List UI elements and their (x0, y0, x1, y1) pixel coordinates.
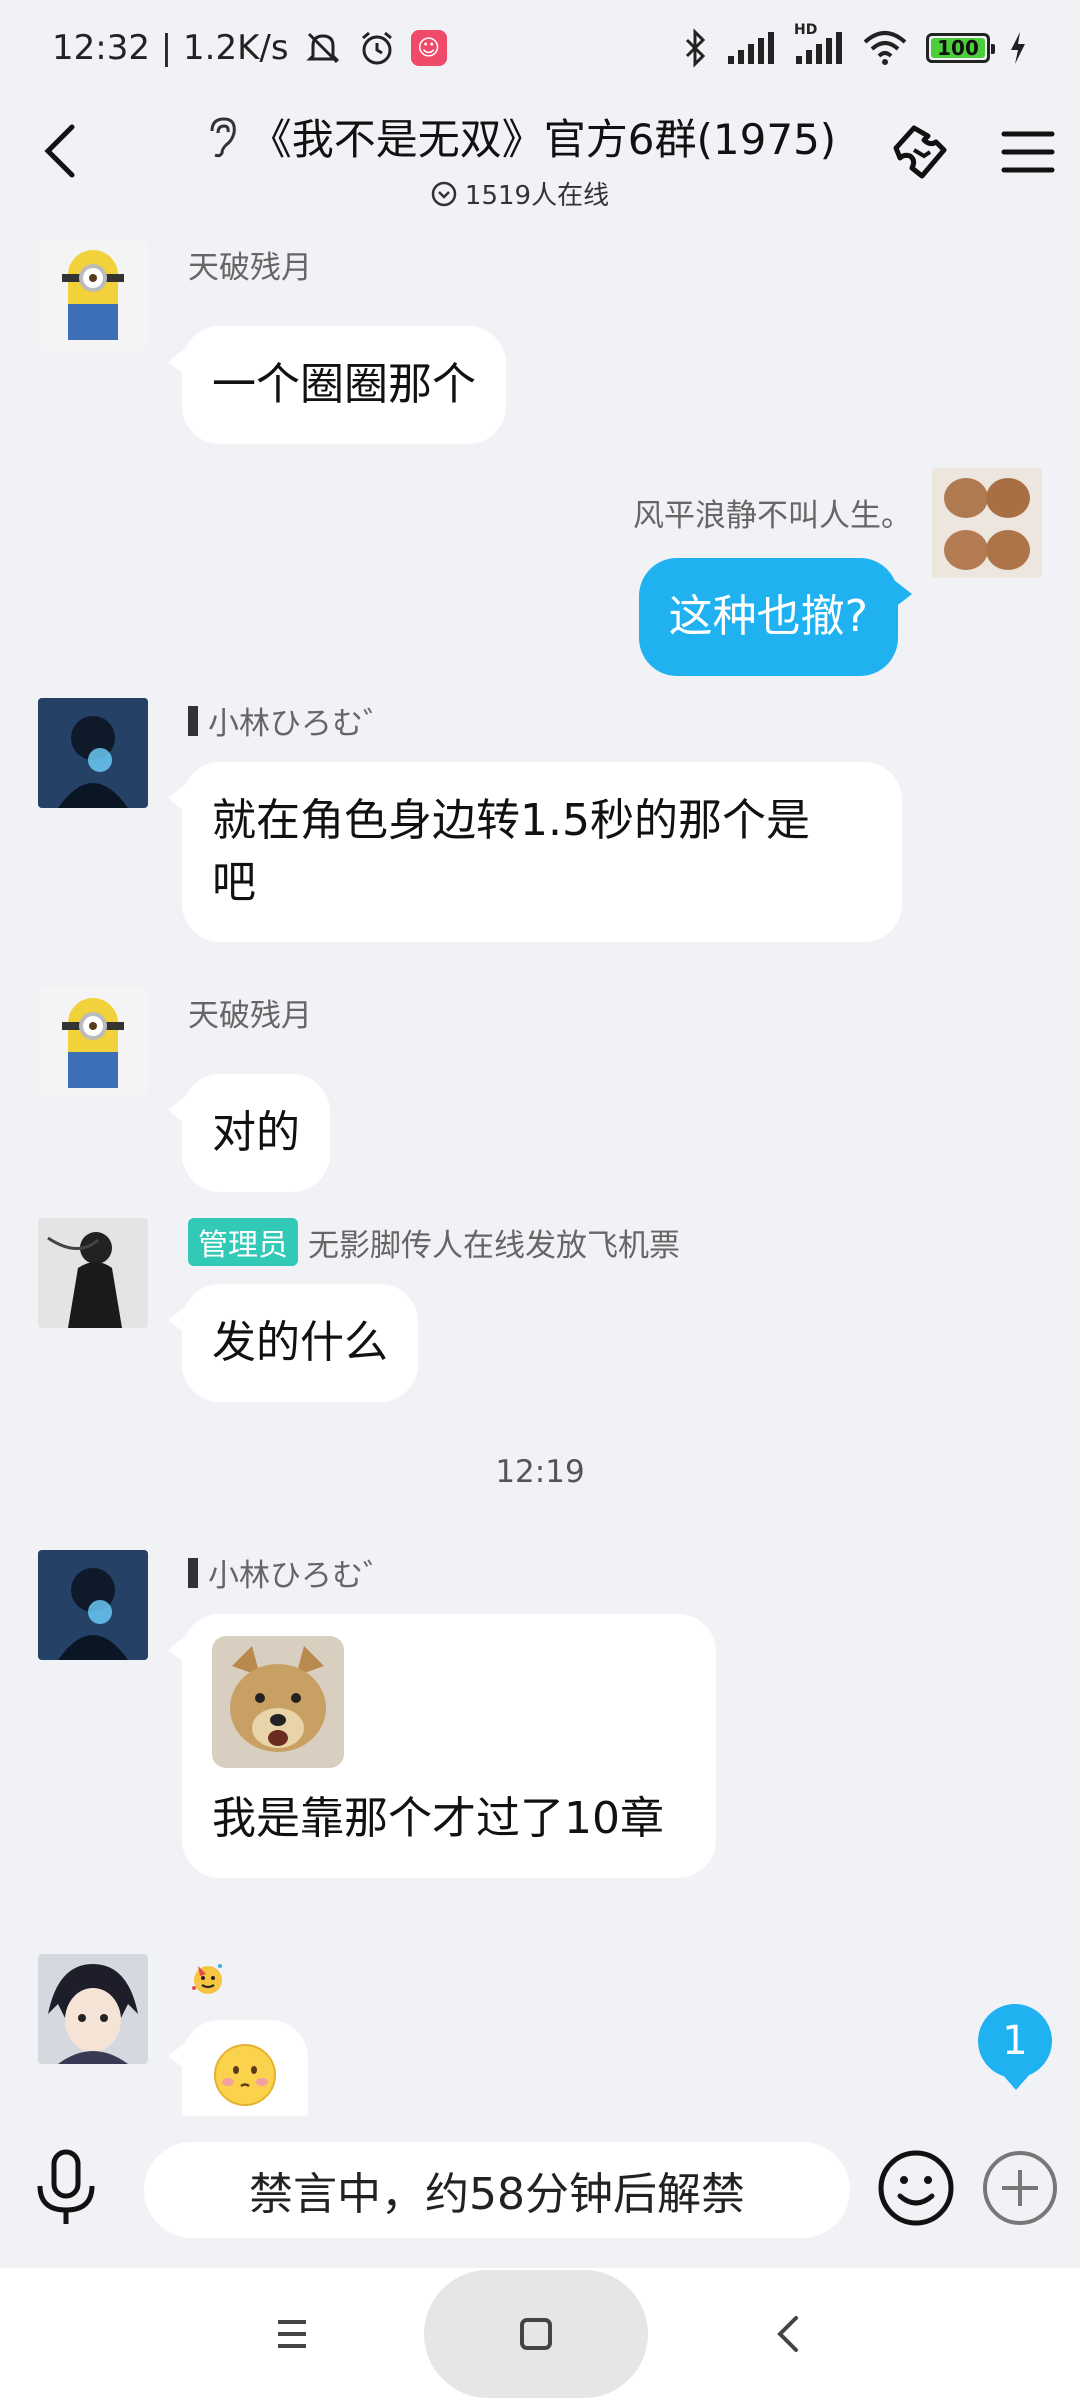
admin-badge: 管理员 (188, 1218, 298, 1266)
muted-input-field: 禁言中，约58分钟后解禁 (144, 2142, 850, 2238)
sender-name: 小林ひろむ゛ (208, 706, 394, 742)
message-bubble[interactable]: 我是靠那个才过了10章 (168, 1614, 716, 1878)
smiley-icon (878, 2150, 954, 2226)
unread-badge[interactable]: 1 (978, 2004, 1052, 2090)
status-bar: 12:32 | 1.2K/s ☺ HD 100 (0, 0, 1080, 96)
message-bubble[interactable]: 对的 (168, 1074, 330, 1192)
message-item: 天破残月 对的 (0, 988, 1080, 1208)
message-bubble[interactable] (168, 2020, 308, 2116)
alarm-icon (357, 28, 397, 68)
hd-label: HD (794, 22, 818, 38)
avatar[interactable] (38, 988, 148, 1098)
sender-name: 风平浪静不叫人生。 (633, 498, 912, 534)
signal-hd-icon: HD (794, 22, 844, 68)
message-text: 这种也撤? (668, 591, 868, 642)
level-bar-icon (188, 1557, 198, 1588)
group-title: 《我不是无双》官方6群(1975) (249, 115, 837, 164)
message-text-line: 吧 (212, 857, 256, 908)
level-bar-icon (188, 705, 198, 736)
message-text: 一个圈圈那个 (212, 359, 476, 410)
message-bubble[interactable]: 一个圈圈那个 (168, 326, 506, 444)
emoji-button[interactable] (876, 2148, 956, 2228)
nav-recents-button[interactable] (262, 2308, 322, 2360)
battery-icon: 100 (926, 33, 995, 63)
more-button[interactable] (980, 2148, 1060, 2228)
online-chevron-icon (431, 181, 457, 206)
group-title-area[interactable]: 《我不是无双》官方6群(1975) 1519人在线 (180, 106, 860, 212)
muted-text: 禁言中，约58分钟后解禁 (249, 2169, 745, 2220)
avatar[interactable] (38, 1550, 148, 1660)
message-item: 管理员 无影脚传人在线发放飞机票 发的什么 (0, 1218, 1080, 1438)
bw-avatar-icon (38, 1218, 148, 1328)
input-bar: 禁言中，约58分钟后解禁 (0, 2116, 1080, 2268)
message-item: 天破残月 一个圈圈那个 (0, 240, 1080, 460)
sender-line: 管理员 无影脚传人在线发放飞机票 (188, 1218, 680, 1266)
plus-circle-icon (983, 2151, 1057, 2225)
ticket-icon (893, 125, 947, 179)
sender-line: 小林ひろむ゛ (188, 1550, 394, 1595)
minion-avatar-icon (38, 988, 148, 1098)
menu-lines-icon (278, 2320, 306, 2348)
sender-line (188, 1958, 228, 1998)
hamburger-icon (1001, 131, 1055, 173)
message-item: 小林ひろむ゛ 我是靠那个才过了10章 (0, 1550, 1080, 1930)
avatar[interactable] (38, 240, 148, 350)
online-count: 1519人在线 (464, 181, 610, 211)
nav-back-button[interactable] (762, 2306, 812, 2362)
sender-name: 无影脚传人在线发放飞机票 (308, 1227, 680, 1264)
mute-bell-icon (303, 28, 343, 68)
status-time-speed: 12:32 | 1.2K/s (52, 28, 289, 68)
message-bubble[interactable]: 发的什么 (168, 1284, 418, 1402)
sender-name: 小林ひろむ゛ (208, 1558, 394, 1594)
ticket-button[interactable] (884, 118, 954, 188)
anime-avatar-icon (38, 1954, 148, 2064)
message-bubble[interactable]: 就在角色身边转1.5秒的那个是 吧 (168, 762, 902, 942)
charging-icon (1008, 30, 1028, 66)
ear-icon (210, 116, 236, 157)
app-notification-icon: ☺ (410, 30, 447, 66)
party-emoji-icon (192, 1964, 222, 1994)
voice-button[interactable] (30, 2146, 102, 2230)
dark-avatar-icon (38, 1550, 148, 1660)
square-icon (520, 2318, 552, 2350)
message-text: 发的什么 (212, 1317, 388, 1368)
avatar[interactable] (932, 468, 1042, 578)
avatar[interactable] (38, 698, 148, 808)
blush-emoji-icon (214, 2044, 276, 2106)
system-nav-bar (0, 2268, 1080, 2400)
signal-icon (726, 28, 776, 68)
minion-avatar-icon (38, 240, 148, 350)
avatar[interactable] (38, 1218, 148, 1328)
sender-name: 天破残月 (188, 998, 312, 1034)
message-list[interactable]: 天破残月 一个圈圈那个 风平浪静不叫人生。 这种也撤? 小林ひろむ゛ 就在角色身… (0, 220, 1080, 2116)
chat-header: 《我不是无双》官方6群(1975) 1519人在线 (0, 96, 1080, 220)
back-button[interactable] (30, 116, 90, 186)
message-text: 我是靠那个才过了10章 (212, 1793, 664, 1844)
message-item (0, 1954, 1080, 2116)
chevron-left-icon (44, 124, 75, 178)
dog-sticker[interactable] (212, 1636, 344, 1768)
battery-level: 100 (937, 36, 979, 60)
dog-sticker-icon (212, 1636, 344, 1768)
wifi-icon (862, 28, 908, 68)
message-item: 小林ひろむ゛ 就在角色身边转1.5秒的那个是 吧 (0, 698, 1080, 958)
message-text: 对的 (212, 1107, 300, 1158)
message-bubble[interactable]: 这种也撤? (638, 558, 913, 676)
message-text-line: 就在角色身边转1.5秒的那个是 (212, 795, 810, 846)
menu-button[interactable] (998, 122, 1058, 182)
shoes-avatar-icon (932, 468, 1042, 578)
avatar[interactable] (38, 1954, 148, 2064)
triangle-back-icon (777, 2316, 798, 2352)
dark-avatar-icon (38, 698, 148, 808)
message-item-mine: 风平浪静不叫人生。 这种也撤? (0, 468, 1080, 688)
nav-home-button[interactable] (424, 2270, 648, 2398)
time-divider: 12:19 (495, 1454, 585, 1490)
microphone-icon (37, 2149, 95, 2224)
sender-name: 天破残月 (188, 250, 312, 286)
sender-line: 小林ひろむ゛ (188, 698, 394, 743)
bluetooth-icon (682, 28, 708, 68)
